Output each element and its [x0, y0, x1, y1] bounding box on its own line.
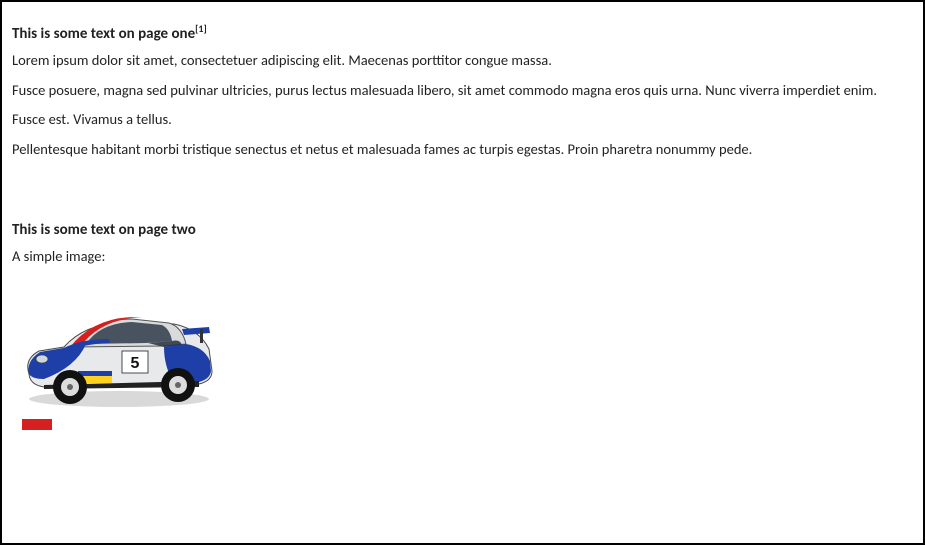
page1-paragraph-1: Lorem ipsum dolor sit amet, consectetuer… [12, 51, 913, 71]
footnote-ref: [1] [195, 22, 207, 35]
page-gap [12, 169, 913, 215]
document-body: This is some text on page one[1] Lorem i… [0, 0, 925, 545]
page1-paragraph-3: Fusce est. Vivamus a tellus. [12, 110, 913, 130]
page2-heading: This is some text on page two [12, 221, 913, 239]
page1-paragraph-2: Fusce posuere, magna sed pulvinar ultric… [12, 81, 913, 101]
page1-heading-text: This is some text on page one [12, 25, 195, 43]
image-container: 5 [14, 289, 219, 430]
red-annotation-mark [22, 419, 52, 430]
page1-heading: This is some text on page one[1] [12, 22, 913, 43]
rally-car-image: 5 [14, 289, 219, 409]
svg-text:5: 5 [131, 355, 140, 372]
page2-caption: A simple image: [12, 247, 913, 267]
page1-paragraph-4: Pellentesque habitant morbi tristique se… [12, 140, 913, 160]
